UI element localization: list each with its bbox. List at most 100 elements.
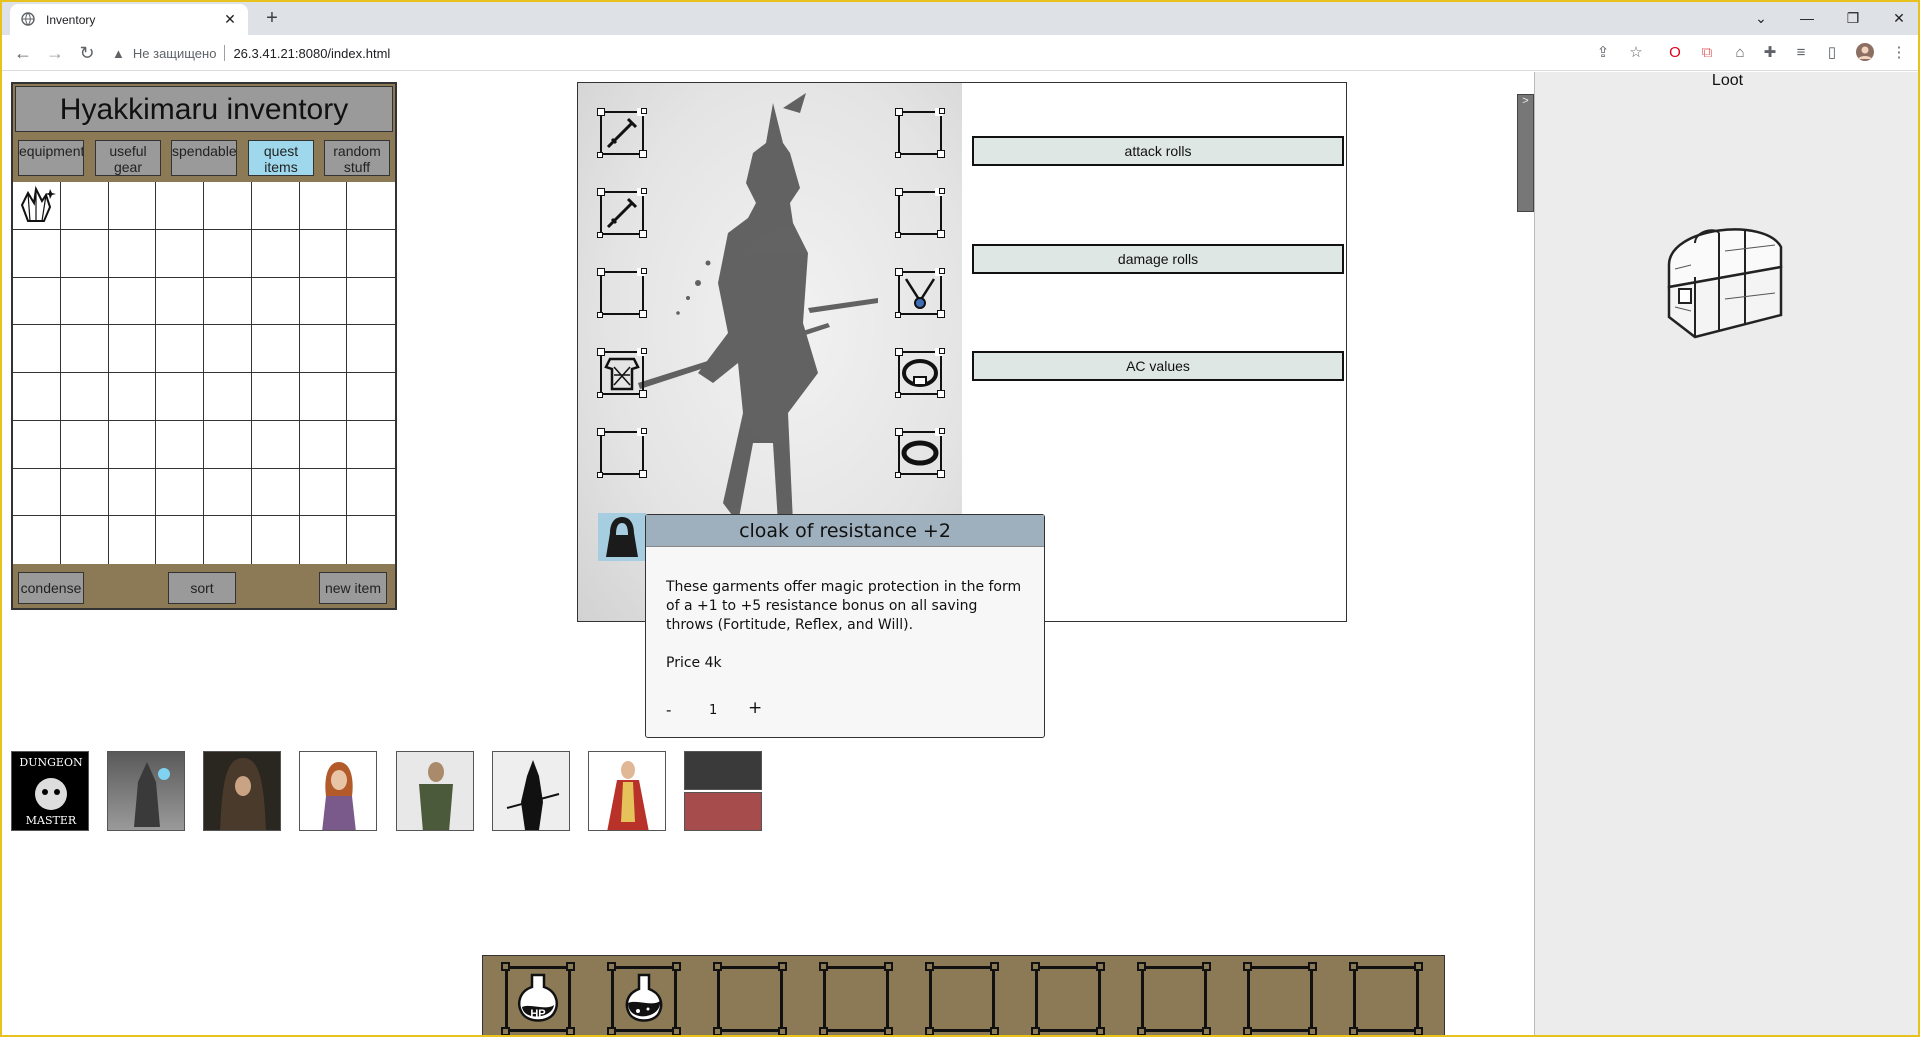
inventory-cell[interactable] bbox=[108, 182, 157, 230]
inventory-cell[interactable] bbox=[347, 278, 395, 326]
inventory-cell[interactable] bbox=[204, 182, 252, 230]
window-close-icon[interactable]: ✕ bbox=[1876, 6, 1918, 30]
inventory-cell[interactable] bbox=[156, 182, 204, 230]
category-spendable[interactable]: spendable bbox=[171, 140, 237, 176]
category-useful-gear[interactable]: useful gear bbox=[95, 140, 161, 176]
slot-empty-right-1[interactable] bbox=[895, 108, 945, 158]
inventory-cell[interactable] bbox=[299, 182, 348, 230]
inventory-cell[interactable] bbox=[347, 182, 395, 230]
inventory-cell[interactable] bbox=[347, 230, 395, 278]
inventory-cell[interactable] bbox=[251, 373, 300, 421]
inventory-cell[interactable] bbox=[13, 420, 61, 469]
condense-button[interactable]: condense bbox=[18, 572, 84, 604]
inventory-cell[interactable] bbox=[108, 229, 157, 278]
extension-off-icon[interactable]: ⌂ bbox=[1729, 42, 1751, 64]
inventory-cell[interactable] bbox=[61, 516, 109, 564]
inventory-cell[interactable] bbox=[156, 277, 204, 326]
slot-empty-left-5[interactable] bbox=[597, 428, 647, 478]
damage-rolls-bar[interactable]: damage rolls bbox=[972, 244, 1344, 274]
share-icon[interactable]: ⇪ bbox=[1592, 42, 1614, 64]
category-equipment[interactable]: equipment bbox=[18, 140, 84, 176]
inventory-cell[interactable] bbox=[204, 373, 252, 421]
inventory-cell[interactable] bbox=[204, 420, 252, 469]
media-icon[interactable]: ≡ bbox=[1790, 42, 1812, 64]
party-member-hooded-rogue[interactable] bbox=[203, 751, 281, 831]
inventory-cell[interactable] bbox=[347, 469, 395, 517]
inventory-cell[interactable] bbox=[156, 468, 204, 517]
loot-toggle-handle[interactable]: > bbox=[1517, 94, 1534, 212]
inventory-cell[interactable] bbox=[300, 516, 348, 564]
inventory-cell[interactable] bbox=[299, 420, 348, 469]
address-bar[interactable]: ▲ Не защищено 26.3.41.21:8080/index.html bbox=[112, 39, 1587, 67]
tab-close-icon[interactable]: ✕ bbox=[222, 11, 238, 28]
opera-icon[interactable]: O bbox=[1664, 42, 1686, 64]
cloak-slot[interactable] bbox=[598, 513, 646, 561]
slot-ring[interactable] bbox=[895, 428, 945, 478]
minimize-icon[interactable]: — bbox=[1784, 6, 1830, 30]
inventory-cell[interactable] bbox=[60, 420, 109, 469]
inventory-cell[interactable] bbox=[108, 468, 157, 517]
inventory-cell[interactable] bbox=[251, 325, 300, 373]
inventory-cell[interactable] bbox=[204, 516, 252, 564]
restore-icon[interactable]: ❐ bbox=[1830, 6, 1876, 30]
ac-values-bar[interactable]: AC values bbox=[972, 351, 1344, 381]
inventory-cell[interactable] bbox=[156, 516, 204, 564]
inventory-cell[interactable] bbox=[156, 229, 204, 278]
party-member-noblewoman[interactable] bbox=[588, 751, 666, 831]
inventory-cell[interactable] bbox=[13, 468, 61, 517]
back-icon[interactable]: ← bbox=[11, 41, 35, 65]
inventory-cell[interactable] bbox=[13, 516, 61, 564]
inventory-cell[interactable] bbox=[299, 229, 348, 278]
sidepanel-icon[interactable]: ▯ bbox=[1821, 42, 1843, 64]
hotbar-slot[interactable] bbox=[1137, 962, 1211, 1035]
tab-inventory[interactable]: Inventory ✕ bbox=[10, 4, 248, 35]
category-random-stuff[interactable]: random stuff bbox=[324, 140, 390, 176]
slot-empty-left-3[interactable] bbox=[597, 268, 647, 318]
inventory-cell[interactable] bbox=[108, 420, 157, 469]
tab-search-icon[interactable]: ⌄ bbox=[1738, 6, 1784, 30]
treasure-chest-icon[interactable] bbox=[1655, 207, 1795, 347]
slot-belt[interactable] bbox=[895, 348, 945, 398]
hotbar-slot[interactable]: HP bbox=[501, 962, 575, 1035]
inventory-cell[interactable] bbox=[347, 516, 395, 564]
menu-icon[interactable]: ⋮ bbox=[1888, 42, 1910, 64]
inventory-cell[interactable] bbox=[251, 182, 300, 230]
inventory-cell[interactable] bbox=[204, 277, 252, 326]
inventory-cell[interactable] bbox=[347, 373, 395, 421]
party-member-samurai[interactable] bbox=[492, 751, 570, 831]
reload-icon[interactable]: ↻ bbox=[75, 41, 99, 65]
new-item-button[interactable]: new item bbox=[319, 572, 387, 604]
party-member-barbarian[interactable] bbox=[396, 751, 474, 831]
hotbar-slot[interactable] bbox=[1349, 962, 1423, 1035]
forward-icon[interactable]: → bbox=[43, 41, 67, 65]
inventory-cell[interactable] bbox=[13, 373, 61, 421]
inventory-cell[interactable] bbox=[13, 182, 61, 230]
inventory-cell[interactable] bbox=[251, 277, 300, 326]
inventory-cell[interactable] bbox=[13, 325, 61, 373]
inventory-cell[interactable] bbox=[60, 325, 109, 373]
new-tab-button[interactable]: + bbox=[260, 7, 284, 31]
inventory-cell[interactable] bbox=[60, 182, 109, 230]
inventory-cell[interactable] bbox=[108, 277, 157, 326]
inventory-cell[interactable] bbox=[251, 468, 300, 517]
inventory-cell[interactable] bbox=[60, 277, 109, 326]
inventory-cell[interactable] bbox=[204, 468, 252, 517]
inventory-cell[interactable] bbox=[109, 516, 157, 564]
color-swatch-dark[interactable] bbox=[684, 751, 762, 790]
inventory-cell[interactable] bbox=[156, 325, 204, 373]
inventory-cell[interactable] bbox=[347, 325, 395, 373]
hotbar-slot[interactable] bbox=[819, 962, 893, 1035]
inventory-cell[interactable] bbox=[204, 325, 252, 373]
inventory-cell[interactable] bbox=[60, 229, 109, 278]
inventory-cell[interactable] bbox=[299, 277, 348, 326]
slot-amulet[interactable] bbox=[895, 268, 945, 318]
inventory-cell[interactable] bbox=[60, 468, 109, 517]
quantity-increase-button[interactable]: + bbox=[748, 698, 762, 718]
hotbar-slot[interactable] bbox=[1243, 962, 1317, 1035]
pdf-icon[interactable]: ⧉ bbox=[1696, 42, 1718, 64]
category-quest-items[interactable]: quest items bbox=[248, 140, 314, 176]
inventory-cell[interactable] bbox=[299, 468, 348, 517]
attack-rolls-bar[interactable]: attack rolls bbox=[972, 136, 1344, 166]
inventory-cell[interactable] bbox=[204, 229, 252, 278]
inventory-cell[interactable] bbox=[156, 373, 204, 421]
